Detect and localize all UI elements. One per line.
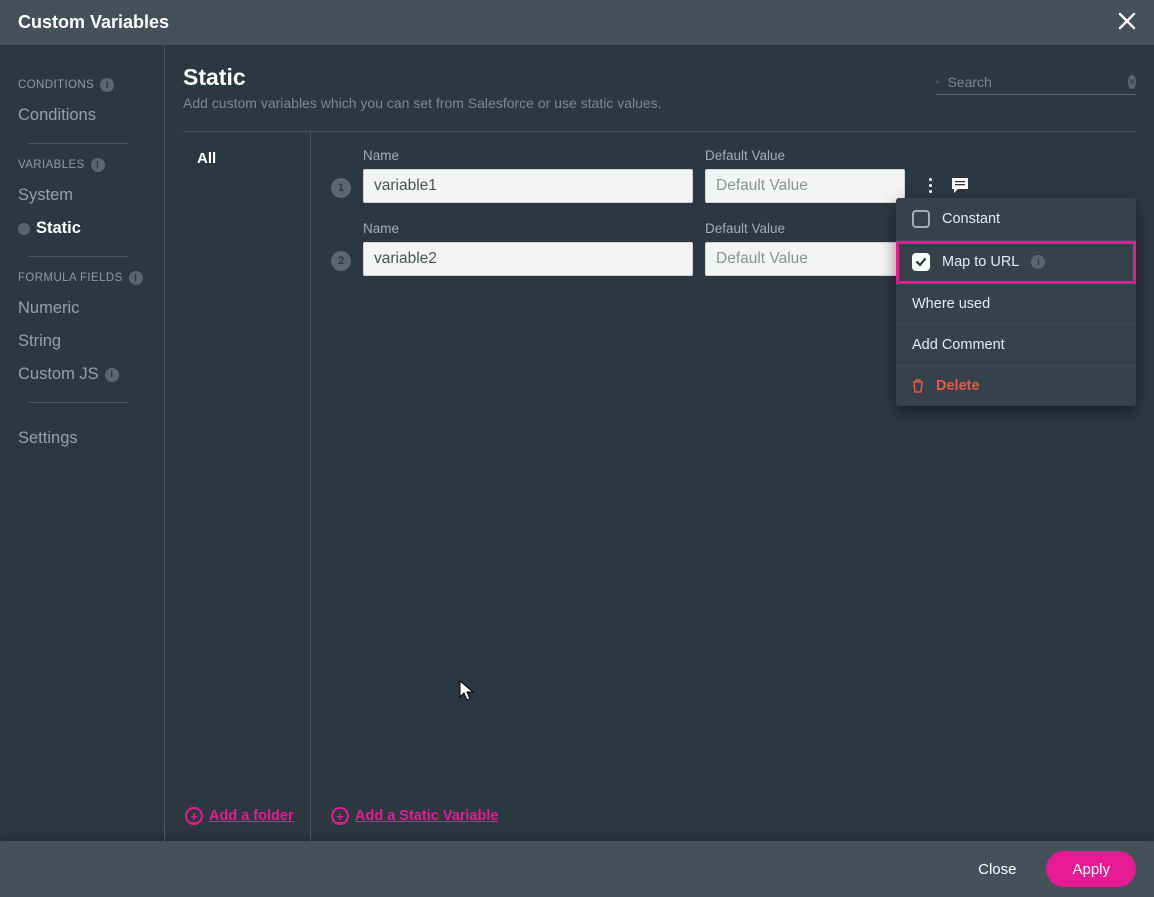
menu-item-delete[interactable]: Delete: [896, 366, 1136, 406]
link-label: Add a folder: [209, 808, 294, 824]
sidebar-item-conditions[interactable]: Conditions: [18, 106, 150, 125]
bottom-links: + Add a folder + Add a Static Variable: [183, 807, 1136, 825]
plus-circle-icon: +: [331, 807, 349, 825]
field-name: Name: [363, 148, 693, 203]
sidebar-item-settings[interactable]: Settings: [18, 429, 150, 448]
field-name: Name: [363, 221, 693, 276]
menu-item-label: Constant: [942, 211, 1000, 227]
search-icon: [936, 75, 939, 89]
info-icon[interactable]: i: [129, 271, 143, 285]
row-number: 2: [331, 251, 351, 271]
info-icon[interactable]: i: [105, 368, 119, 382]
page-subtitle: Add custom variables which you can set f…: [183, 95, 662, 111]
field-default: Default Value: [705, 148, 905, 203]
section-label: VARIABLES: [18, 159, 85, 171]
menu-item-label: Delete: [936, 378, 980, 394]
checkbox-unchecked-icon[interactable]: [912, 210, 930, 228]
modal-body: CONDITIONS i Conditions VARIABLES i Syst…: [0, 46, 1154, 841]
menu-item-label: Add Comment: [912, 337, 1005, 353]
field-label: Default Value: [705, 221, 905, 236]
kebab-icon[interactable]: [925, 174, 936, 197]
info-icon[interactable]: i: [91, 158, 105, 172]
main-panel: Static Add custom variables which you ca…: [165, 46, 1154, 841]
folder-item-all[interactable]: All: [183, 150, 310, 167]
menu-item-label: Map to URL: [942, 254, 1019, 270]
sidebar-item-label: Custom JS: [18, 365, 99, 384]
checkbox-checked-icon[interactable]: [912, 253, 930, 271]
row-actions: [925, 174, 970, 197]
field-label: Default Value: [705, 148, 905, 163]
section-label: FORMULA FIELDS: [18, 272, 123, 284]
modal-title: Custom Variables: [18, 12, 169, 33]
trash-icon: [912, 379, 924, 393]
add-static-variable-link[interactable]: + Add a Static Variable: [331, 807, 498, 825]
sidebar-item-system[interactable]: System: [18, 186, 150, 205]
section-header-formula: FORMULA FIELDS i: [18, 271, 150, 285]
close-button[interactable]: Close: [952, 851, 1042, 887]
apply-button[interactable]: Apply: [1046, 851, 1136, 887]
modal-footer: Close Apply: [0, 841, 1154, 897]
section-header-conditions: CONDITIONS i: [18, 78, 150, 92]
menu-item-map-to-url[interactable]: Map to URL i: [896, 241, 1136, 284]
field-label: Name: [363, 148, 693, 163]
row-number: 1: [331, 178, 351, 198]
divider: [28, 143, 128, 144]
close-icon[interactable]: [1118, 10, 1136, 36]
menu-item-label: Where used: [912, 296, 990, 312]
search-input[interactable]: [947, 74, 1128, 90]
content-row: All 1 Name Default Value: [183, 131, 1136, 841]
name-input[interactable]: [363, 242, 693, 276]
variables-area: 1 Name Default Value: [311, 132, 1136, 841]
default-value-input[interactable]: [705, 242, 905, 276]
page-header-row: Static Add custom variables which you ca…: [183, 64, 1136, 111]
page-title: Static: [183, 64, 662, 91]
plus-circle-icon: +: [185, 807, 203, 825]
clear-icon[interactable]: ✕: [1128, 75, 1136, 89]
name-input[interactable]: [363, 169, 693, 203]
info-icon[interactable]: i: [100, 78, 114, 92]
modal-header: Custom Variables: [0, 0, 1154, 46]
sidebar-item-static[interactable]: Static: [18, 219, 150, 238]
menu-item-constant[interactable]: Constant: [896, 198, 1136, 241]
sidebar-item-label: Static: [36, 219, 81, 238]
add-folder-link[interactable]: + Add a folder: [185, 807, 311, 825]
menu-item-add-comment[interactable]: Add Comment: [896, 325, 1136, 366]
field-default: Default Value: [705, 221, 905, 276]
menu-item-where-used[interactable]: Where used: [896, 284, 1136, 325]
sidebar-item-numeric[interactable]: Numeric: [18, 299, 150, 318]
field-label: Name: [363, 221, 693, 236]
info-icon[interactable]: i: [1031, 255, 1045, 269]
search-field[interactable]: ✕: [936, 74, 1136, 95]
link-label: Add a Static Variable: [355, 808, 498, 824]
sidebar-item-customjs[interactable]: Custom JS i: [18, 365, 150, 384]
divider: [28, 402, 128, 403]
divider: [28, 256, 128, 257]
sidebar-item-string[interactable]: String: [18, 332, 150, 351]
section-header-variables: VARIABLES i: [18, 158, 150, 172]
variable-row: 1 Name Default Value: [331, 148, 1126, 203]
section-label: CONDITIONS: [18, 79, 94, 91]
folders-panel: All: [183, 132, 311, 841]
comment-icon[interactable]: [950, 176, 970, 196]
default-value-input[interactable]: [705, 169, 905, 203]
sidebar: CONDITIONS i Conditions VARIABLES i Syst…: [0, 46, 165, 841]
row-context-menu: Constant Map to URL i Where used: [896, 198, 1136, 406]
